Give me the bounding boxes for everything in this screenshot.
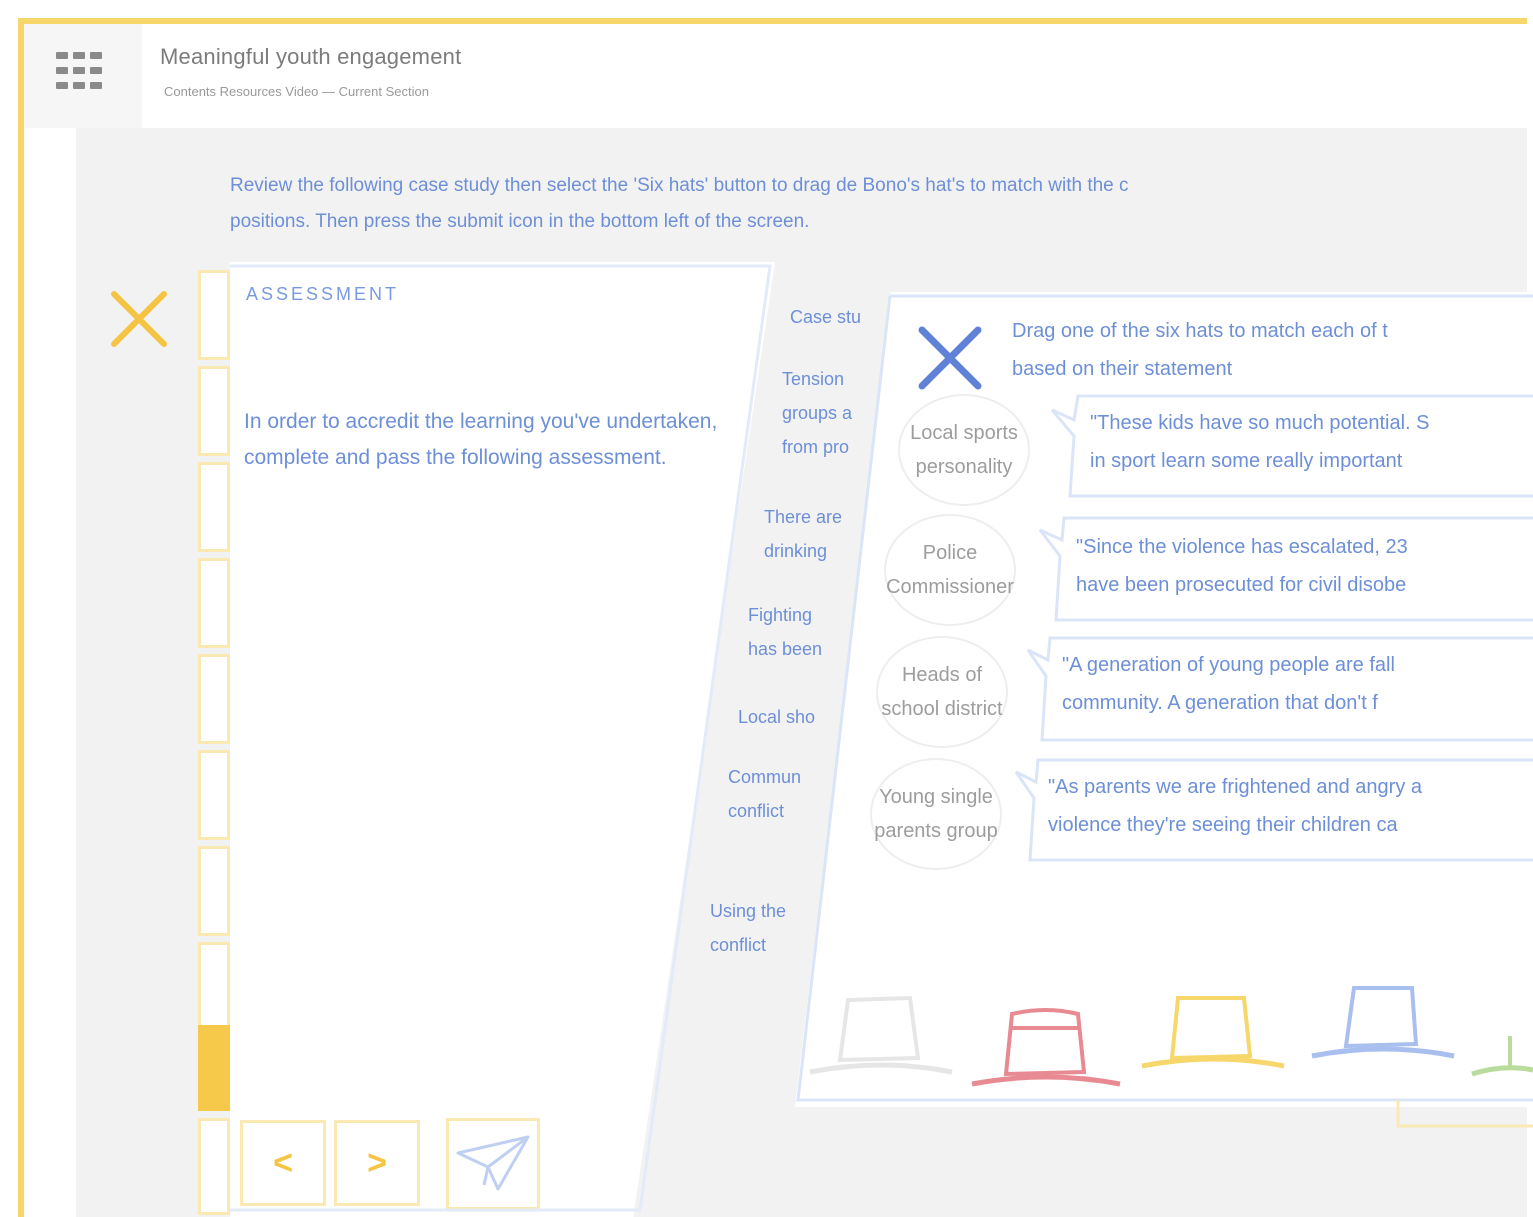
progress-rail — [198, 270, 230, 1215]
progress-step[interactable] — [198, 270, 230, 360]
white-hat-icon[interactable] — [806, 988, 956, 1084]
case-study-paragraph: Local sho — [738, 707, 816, 727]
instructions-text: Review the following case study then sel… — [230, 175, 1129, 232]
case-study-paragraph: Fighting has been — [748, 605, 823, 659]
course-title: Meaningful youth engagement — [160, 44, 462, 69]
prev-page-button[interactable]: < — [240, 1120, 326, 1206]
red-hat-icon[interactable] — [968, 1000, 1124, 1096]
submit-button[interactable] — [446, 1118, 540, 1210]
case-study-heading: Case stu — [790, 307, 862, 327]
assessment-description: In order to accredit the learning you've… — [244, 410, 718, 469]
persona-young-single-parents: Young single parents group — [870, 758, 1002, 870]
close-lesson-icon[interactable] — [108, 288, 170, 350]
grid-menu-icon — [56, 52, 102, 96]
persona-statement: "These kids have so much potential. S in… — [1090, 412, 1430, 472]
paper-plane-icon — [456, 1135, 530, 1191]
case-study-paragraph: There are drinking — [764, 507, 843, 561]
blue-hat-icon[interactable] — [1308, 980, 1458, 1072]
modal-prompt: Drag one of the six hats to match each o… — [1012, 320, 1388, 380]
persona-police-commissioner: Police Commissioner — [884, 514, 1016, 626]
persona-statement: "Since the violence has escalated, 23 ha… — [1076, 536, 1408, 596]
top-bar: Meaningful youth engagement Contents Res… — [24, 24, 1527, 128]
progress-step[interactable] — [198, 750, 230, 840]
persona-statement: "As parents we are frightened and angry … — [1048, 776, 1422, 836]
persona-local-sports-personality: Local sports personality — [898, 394, 1030, 506]
progress-step[interactable] — [198, 654, 230, 744]
assessment-label: ASSESSMENT — [246, 284, 400, 304]
case-study-paragraph: Commun conflict — [728, 767, 802, 821]
yellow-hat-icon[interactable] — [1138, 988, 1288, 1078]
persona-statement: "A generation of young people are fall c… — [1062, 654, 1395, 714]
persona-heads-of-school-district: Heads of school district — [876, 636, 1008, 748]
progress-step-current[interactable] — [198, 1025, 230, 1111]
case-study-paragraph: Using the conflict — [710, 901, 787, 955]
progress-step[interactable] — [198, 846, 230, 936]
progress-step[interactable] — [198, 558, 230, 648]
progress-step[interactable] — [198, 942, 230, 1032]
next-page-button[interactable]: > — [334, 1120, 420, 1206]
progress-step[interactable] — [198, 366, 230, 456]
progress-step[interactable] — [198, 462, 230, 552]
close-modal-icon[interactable] — [914, 322, 986, 394]
case-study-paragraph: Tension groups a from pro — [782, 369, 853, 457]
progress-step[interactable] — [198, 1118, 230, 1215]
course-breadcrumb[interactable]: Contents Resources Video — Current Secti… — [164, 84, 429, 99]
app-menu-button[interactable] — [24, 24, 142, 128]
green-hat-icon[interactable] — [1470, 1030, 1533, 1080]
